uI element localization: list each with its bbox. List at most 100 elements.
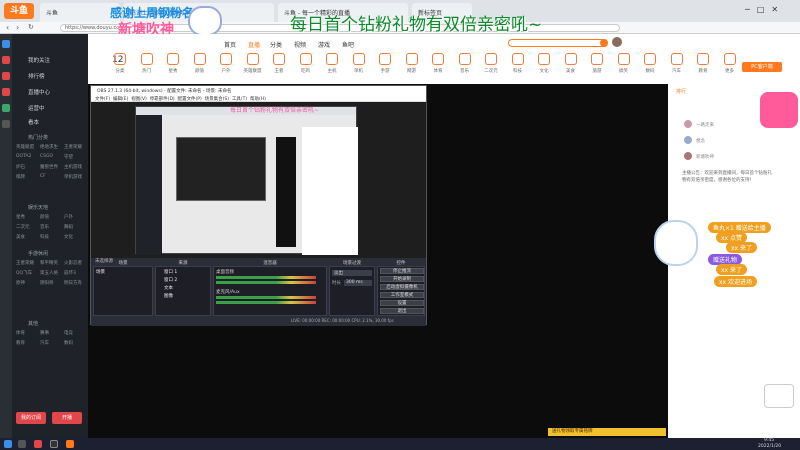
category-link[interactable]: 舞蹈 [64, 224, 73, 230]
category-item[interactable]: 王者 [267, 53, 291, 81]
sidebar-item-follow[interactable]: 我的关注 [28, 56, 50, 64]
category-item[interactable]: 教育 [691, 53, 715, 81]
nav-home[interactable]: 首页 [224, 40, 236, 49]
category-link[interactable]: 颜值 [40, 214, 49, 220]
sidebar-item-center[interactable]: 直播中心 [28, 88, 50, 96]
category-item[interactable]: 音乐 [453, 53, 477, 81]
category-link[interactable]: 炉石 [16, 164, 25, 170]
category-link[interactable]: 和平精英 [40, 260, 58, 266]
search-input[interactable] [508, 39, 608, 47]
category-link[interactable]: 英雄联盟 [16, 144, 34, 150]
category-item[interactable]: 汽车 [665, 53, 689, 81]
category-link[interactable]: 魔兽世界 [40, 164, 58, 170]
category-item[interactable]: 数码 [638, 53, 662, 81]
source-item[interactable]: 窗口 1 [164, 269, 177, 275]
category-item[interactable]: 文化 [532, 53, 556, 81]
category-link[interactable]: 王者荣耀 [16, 260, 34, 266]
category-item[interactable]: 更多 [718, 53, 742, 81]
category-link[interactable]: 阴阳师 [40, 280, 54, 286]
nav-video[interactable]: 视频 [294, 40, 306, 49]
category-item[interactable]: 网游 [400, 53, 424, 81]
douyu-task-icon[interactable] [66, 440, 74, 448]
pc-client-button[interactable]: PC客户端 [742, 62, 782, 72]
rank-user[interactable]: 一路走来 [696, 122, 714, 128]
obs-preview[interactable]: 每日首个钻粉礼物有双倍亲密吼~ [91, 102, 426, 258]
category-link[interactable]: 户外 [64, 214, 73, 220]
source-item[interactable]: 文本 [164, 285, 173, 291]
windows-start-icon[interactable] [4, 440, 12, 448]
category-link[interactable]: 原神 [16, 280, 25, 286]
category-item[interactable]: 手游 [373, 53, 397, 81]
category-link[interactable]: 主机游戏 [64, 164, 82, 170]
sidebar-item-watch[interactable]: 看本 [28, 118, 39, 126]
category-item[interactable]: 户外 [214, 53, 238, 81]
nav-category[interactable]: 分类 [270, 40, 282, 49]
category-link[interactable]: 赛事 [40, 330, 49, 336]
category-link[interactable]: 明日方舟 [64, 280, 82, 286]
rank-user[interactable]: 新塘吹神 [696, 154, 714, 160]
stop-stream-button[interactable]: 停止推流 [380, 268, 424, 274]
rank-user[interactable]: 想念 [696, 138, 705, 144]
category-item[interactable]: 吃鸡 [294, 53, 318, 81]
category-link[interactable]: 文化 [64, 234, 73, 240]
category-link[interactable]: 王者荣耀 [64, 144, 82, 150]
category-link[interactable]: 电竞 [64, 330, 73, 336]
studio-mode-button[interactable]: 工作室模式 [380, 292, 424, 298]
category-link[interactable]: 数码 [64, 340, 73, 346]
category-link[interactable]: 教育 [16, 340, 25, 346]
forward-icon[interactable]: › [16, 23, 19, 32]
category-item[interactable]: 体育 [426, 53, 450, 81]
search-icon[interactable] [600, 39, 608, 47]
category-link[interactable]: 星秀 [16, 214, 25, 220]
category-link[interactable]: 二次元 [16, 224, 30, 230]
virtual-camera-button[interactable]: 启动虚拟摄像机 [380, 284, 424, 290]
category-link[interactable]: 守望 [64, 154, 73, 160]
nav-yuba[interactable]: 鱼吧 [342, 40, 354, 49]
category-link[interactable]: QQ飞车 [16, 270, 32, 276]
sidebar-item-rank[interactable]: 排行榜 [28, 72, 45, 80]
category-link[interactable]: 火影忍者 [64, 260, 82, 266]
scene-item[interactable]: 场景 [96, 269, 105, 275]
duration-input[interactable]: 300 ms [344, 280, 372, 286]
category-item[interactable]: 美食 [559, 53, 583, 81]
transition-select[interactable]: 淡出 [332, 270, 372, 276]
category-item[interactable]: 星秀 [161, 53, 185, 81]
category-item[interactable]: 搞笑 [612, 53, 636, 81]
category-item[interactable]: 二次元 [479, 53, 503, 81]
category-item[interactable]: 分类 [108, 53, 132, 81]
category-link[interactable]: 科技 [40, 234, 49, 240]
sidebar-item-operate[interactable]: 运营中 [28, 104, 45, 112]
category-link[interactable]: 汽车 [40, 340, 49, 346]
nav-game[interactable]: 游戏 [318, 40, 330, 49]
category-item[interactable]: 英雄联盟 [241, 53, 265, 81]
bottom-gift-bar[interactable]: 送礼物领取专属铭牌 [548, 428, 666, 436]
source-item[interactable]: 窗口 2 [164, 277, 177, 283]
subscribe-button[interactable]: 我的订阅 [16, 412, 46, 424]
follow-icon[interactable] [2, 56, 10, 64]
category-link[interactable]: 单机游戏 [64, 174, 82, 180]
browser-task-icon[interactable] [34, 440, 42, 448]
avatar[interactable] [612, 37, 622, 47]
category-link[interactable]: 棋牌 [16, 174, 25, 180]
tab-1[interactable]: 斗鱼 [40, 3, 120, 22]
home-icon[interactable] [2, 40, 10, 48]
category-item[interactable]: 主机 [320, 53, 344, 81]
search-task-icon[interactable] [18, 440, 26, 448]
exit-button[interactable]: 退出 [380, 308, 424, 314]
category-item[interactable]: 科技 [506, 53, 530, 81]
obs-task-icon[interactable] [50, 440, 58, 448]
start-live-button[interactable]: 开播 [52, 412, 82, 424]
category-link[interactable]: 美食 [16, 234, 25, 240]
nav-live[interactable]: 直播 [248, 40, 260, 49]
window-controls[interactable]: ─□✕ [745, 5, 795, 15]
category-link[interactable]: CF [40, 174, 46, 179]
category-item[interactable]: 热门 [135, 53, 159, 81]
rank-icon[interactable] [2, 72, 10, 80]
settings-icon[interactable] [2, 120, 10, 128]
category-link[interactable]: CSGO [40, 154, 53, 159]
category-item[interactable]: 单机 [347, 53, 371, 81]
category-link[interactable]: 音乐 [40, 224, 49, 230]
category-link[interactable]: DOTA2 [16, 154, 31, 159]
douyu-tab-logo[interactable]: 斗鱼 [4, 3, 34, 19]
start-record-button[interactable]: 开始录制 [380, 276, 424, 282]
